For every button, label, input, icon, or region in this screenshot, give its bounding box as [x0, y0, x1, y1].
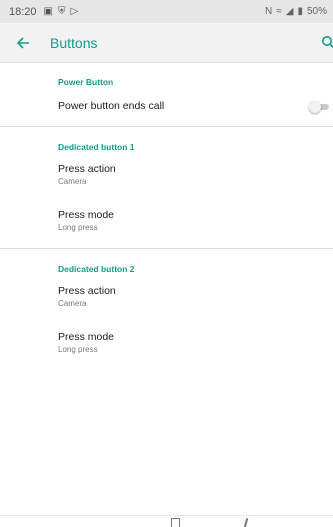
power-button-ends-call-toggle[interactable] [309, 101, 329, 113]
back-arrow-icon[interactable] [0, 23, 46, 63]
section-header-dedicated-button-2: Dedicated button 2 [58, 264, 135, 274]
navigation-bar [0, 515, 333, 527]
status-time: 18:20 [9, 5, 37, 18]
search-icon[interactable] [321, 35, 333, 49]
pref-dedicated-2-press-mode[interactable]: Press mode Long press [58, 331, 318, 354]
pref-dedicated-1-press-mode[interactable]: Press mode Long press [58, 209, 318, 232]
pref-summary: Camera [58, 177, 87, 186]
section-header-power-button: Power Button [58, 77, 114, 87]
pref-title: Power button ends call [58, 100, 165, 112]
page-title: Buttons [50, 34, 98, 51]
pref-dedicated-2-press-action[interactable]: Press action Camera [58, 285, 318, 308]
play-store-icon: ▷ [70, 5, 79, 17]
divider [0, 126, 333, 127]
pref-title: Press action [58, 285, 116, 297]
shield-icon: ⛨ [57, 5, 66, 17]
pref-summary: Long press [58, 345, 98, 354]
divider [0, 248, 333, 249]
section-header-dedicated-button-1: Dedicated button 1 [58, 142, 135, 152]
wifi-icon: ≈ [276, 6, 282, 17]
app-bar: Buttons [0, 23, 333, 63]
pref-summary: Long press [58, 223, 98, 232]
image-icon: ▣ [43, 5, 53, 17]
status-bar: 18:20 ▣ ⛨ ▷ N ≈ ◢ ▮ 50% [0, 0, 333, 23]
pref-summary: Camera [58, 299, 87, 308]
battery-icon: ▮ [297, 6, 303, 17]
pref-title: Press mode [58, 331, 115, 343]
settings-list: Power Button Power button ends call Dedi… [0, 63, 333, 515]
battery-level: 50% [306, 6, 327, 17]
home-icon[interactable] [243, 517, 248, 527]
toggle-thumb [309, 101, 321, 113]
pref-dedicated-1-press-action[interactable]: Press action Camera [58, 163, 318, 186]
status-right: N ≈ ◢ ▮ 50% [265, 6, 327, 17]
pref-title: Press mode [58, 209, 115, 221]
pref-title: Press action [58, 163, 116, 175]
recents-icon[interactable] [171, 518, 180, 527]
signal-icon: ◢ [285, 6, 294, 17]
nfc-icon: N [265, 6, 273, 17]
pref-power-button-ends-call[interactable]: Power button ends call [58, 100, 318, 112]
